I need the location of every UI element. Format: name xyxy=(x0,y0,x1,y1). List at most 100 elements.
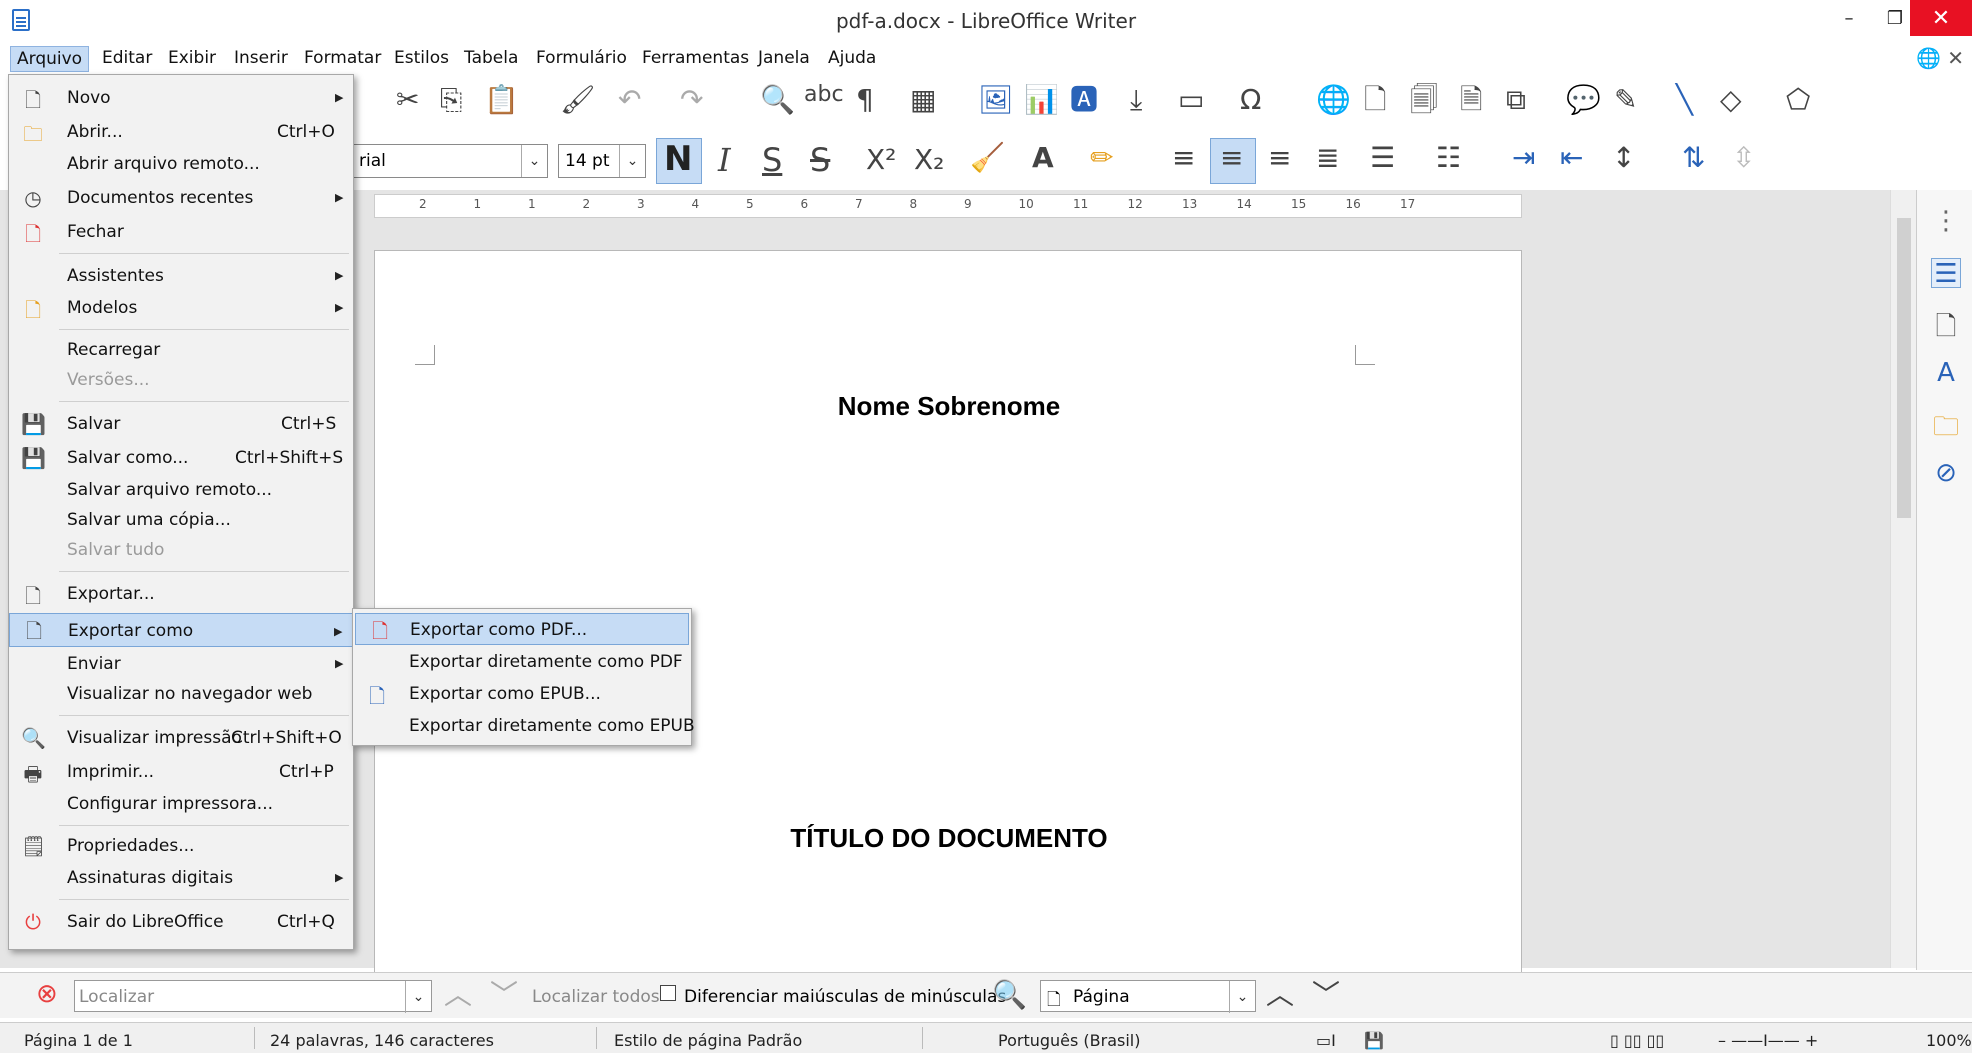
numbered-list-icon[interactable]: ☷ xyxy=(1436,144,1461,172)
menu-item-exportar-epub[interactable]: 🗋 Exportar como EPUB... xyxy=(353,679,691,709)
gallery-panel-icon[interactable]: 🗀 xyxy=(1931,408,1961,442)
cut-icon[interactable]: ✂ xyxy=(396,86,419,114)
menu-item-fechar[interactable]: 🗋 Fechar xyxy=(9,217,353,247)
find-input[interactable]: Localizar ⌄ xyxy=(74,980,432,1013)
menu-item-exportar-pdf[interactable]: 🗋 Exportar como PDF... xyxy=(355,613,689,645)
menu-item-assinaturas[interactable]: Assinaturas digitais ▶ xyxy=(9,863,353,893)
comment-icon[interactable]: 💬 xyxy=(1566,86,1601,114)
zoom-slider[interactable]: – ——I—— + xyxy=(1718,1031,1818,1050)
horizontal-ruler[interactable]: 2 1 1 2 3 4 5 6 7 8 9 10 11 12 13 14 15 16 17 xyxy=(374,194,1522,218)
navigate-next-icon[interactable]: ﹀ xyxy=(1312,981,1340,1009)
hyperlink-icon[interactable]: 🌐 xyxy=(1316,86,1351,114)
minimize-button[interactable]: – xyxy=(1826,0,1872,36)
strikethrough-button[interactable]: S xyxy=(810,144,830,176)
chevron-down-icon[interactable]: ⌄ xyxy=(405,981,431,1013)
menu-item-navegador[interactable]: Visualizar no navegador web xyxy=(9,679,353,709)
close-button[interactable]: ✕ xyxy=(1910,0,1972,36)
sidebar-menu-icon[interactable]: ⋮ xyxy=(1931,206,1961,236)
insert-mode-icon[interactable]: ▭I xyxy=(1316,1031,1336,1050)
textbox-icon[interactable]: 🅰 xyxy=(1070,86,1098,114)
match-case-checkbox[interactable] xyxy=(660,985,676,1001)
menu-inserir[interactable]: Inserir xyxy=(228,46,294,72)
menu-estilos[interactable]: Estilos xyxy=(388,46,455,72)
superscript-button[interactable]: X² xyxy=(866,146,896,174)
align-left-icon[interactable]: ≡ xyxy=(1172,144,1195,172)
menu-item-enviar[interactable]: Enviar ▶ xyxy=(9,649,353,679)
status-language[interactable]: Português (Brasil) xyxy=(998,1031,1141,1050)
properties-panel-icon[interactable]: ☰ xyxy=(1931,258,1961,289)
menu-item-configurar-impressora[interactable]: Configurar impressora... xyxy=(9,789,353,819)
status-word-count[interactable]: 24 palavras, 146 caracteres xyxy=(270,1031,494,1050)
menu-item-recarregar[interactable]: Recarregar xyxy=(9,335,353,365)
menu-item-salvar-como[interactable]: 💾 Salvar como... Ctrl+Shift+S xyxy=(9,443,353,473)
navigate-previous-icon[interactable]: ︿ xyxy=(1266,981,1294,1009)
increase-indent-icon[interactable]: ⇥ xyxy=(1512,144,1535,172)
styles-panel-icon[interactable]: A xyxy=(1931,358,1961,388)
paste-icon[interactable]: 📋 xyxy=(484,86,519,114)
special-char-icon[interactable]: Ω xyxy=(1240,86,1261,114)
menu-ajuda[interactable]: Ajuda xyxy=(822,46,882,72)
bold-button[interactable]: N xyxy=(664,142,692,176)
menu-editar[interactable]: Editar xyxy=(96,46,158,72)
menu-item-sair[interactable]: ⏻ Sair do LibreOffice Ctrl+Q xyxy=(9,907,353,937)
shapes-icon[interactable]: ◇ xyxy=(1720,86,1742,114)
chart-icon[interactable]: 📊 xyxy=(1024,86,1059,114)
view-layout-icons[interactable]: ▯ ▯▯ ▯▯ xyxy=(1610,1031,1664,1050)
menu-item-visualizar-impressao[interactable]: 🔍 Visualizar impressão Ctrl+Shift+O xyxy=(9,723,353,753)
menu-item-salvar[interactable]: 💾 Salvar Ctrl+S xyxy=(9,409,353,439)
align-center-icon[interactable]: ≡ xyxy=(1220,144,1243,172)
menu-item-exportar-como[interactable]: 🗋 Exportar como ▶ xyxy=(9,613,353,647)
find-next-icon[interactable]: ﹀ xyxy=(490,981,518,1009)
chevron-down-icon[interactable]: ⌄ xyxy=(521,145,547,177)
underline-button[interactable]: S xyxy=(762,144,782,176)
image-icon[interactable]: 🖼 xyxy=(978,86,1014,114)
vertical-scrollbar[interactable] xyxy=(1890,190,1916,968)
find-previous-icon[interactable]: ︿ xyxy=(444,981,472,1009)
menu-item-imprimir[interactable]: 🖶 Imprimir... Ctrl+P xyxy=(9,757,353,787)
justify-icon[interactable]: ≣ xyxy=(1316,144,1339,172)
spacing-decrease-icon[interactable]: ⇳ xyxy=(1732,144,1755,172)
menu-item-abrir[interactable]: 🗀 Abrir... Ctrl+O xyxy=(9,117,353,147)
field-icon[interactable]: ▭ xyxy=(1178,86,1204,114)
paragraph-spacing-icon[interactable]: ⇅ xyxy=(1682,144,1705,172)
line-icon[interactable]: ╲ xyxy=(1676,86,1693,114)
track-changes-icon[interactable]: ✎ xyxy=(1614,86,1637,114)
navigate-by-select[interactable]: 🗋 Página ⌄ xyxy=(1040,980,1256,1013)
copy-icon[interactable]: ⎘ xyxy=(440,86,462,114)
page-panel-icon[interactable]: 🗋 xyxy=(1931,308,1961,342)
clear-formatting-icon[interactable]: 🧹 xyxy=(970,144,1005,172)
italic-button[interactable]: I xyxy=(718,144,731,176)
menu-arquivo[interactable]: Arquivo xyxy=(10,46,90,72)
draw-functions-icon[interactable]: ⬠ xyxy=(1786,86,1810,114)
align-right-icon[interactable]: ≡ xyxy=(1268,144,1291,172)
menu-item-exportar-direto-pdf[interactable]: Exportar diretamente como PDF xyxy=(353,647,691,677)
close-find-icon[interactable]: ⊗ xyxy=(36,981,58,1007)
status-zoom[interactable]: 100% xyxy=(1926,1031,1972,1050)
find-replace-icon[interactable]: 🔍 xyxy=(992,981,1027,1009)
menu-item-modelos[interactable]: 🗋 Modelos ▶ xyxy=(9,293,353,323)
find-replace-icon[interactable]: 🔍 xyxy=(760,86,795,114)
redo-icon[interactable]: ↷ xyxy=(680,86,703,114)
menu-formulario[interactable]: Formulário xyxy=(530,46,633,72)
font-size-box[interactable]: 14 pt ⌄ xyxy=(558,144,646,178)
endnote-icon[interactable]: 🗐 xyxy=(1410,86,1438,114)
cross-reference-icon[interactable]: ⧉ xyxy=(1506,86,1526,114)
menu-item-abrir-remoto[interactable]: Abrir arquivo remoto... xyxy=(9,149,353,179)
menu-item-exportar-direto-epub[interactable]: Exportar diretamente como EPUB xyxy=(353,711,695,741)
menu-item-propriedades[interactable]: 🗒 Propriedades... xyxy=(9,831,353,861)
menu-item-recentes[interactable]: ◷ Documentos recentes ▶ xyxy=(9,183,353,213)
menu-item-salvar-remoto[interactable]: Salvar arquivo remoto... xyxy=(9,475,353,505)
menu-janela[interactable]: Janela xyxy=(752,46,816,72)
chevron-down-icon[interactable]: ⌄ xyxy=(619,145,645,177)
document-heading-name[interactable]: Nome Sobrenome xyxy=(375,391,1523,422)
status-page-style[interactable]: Estilo de página Padrão xyxy=(614,1031,802,1050)
menu-exibir[interactable]: Exibir xyxy=(162,46,222,72)
clone-format-icon[interactable]: 🖌 xyxy=(560,86,596,114)
font-color-icon[interactable]: A xyxy=(1032,144,1054,172)
page-break-icon[interactable]: ⤓ xyxy=(1130,86,1142,114)
bullet-list-icon[interactable]: ☰ xyxy=(1370,144,1395,172)
menu-tabela[interactable]: Tabela xyxy=(458,46,524,72)
font-name-box[interactable]: rial ⌄ xyxy=(352,144,548,178)
menu-item-novo[interactable]: 🗋 Novo ▶ xyxy=(9,83,353,113)
spellcheck-icon[interactable]: abc xyxy=(804,84,844,106)
